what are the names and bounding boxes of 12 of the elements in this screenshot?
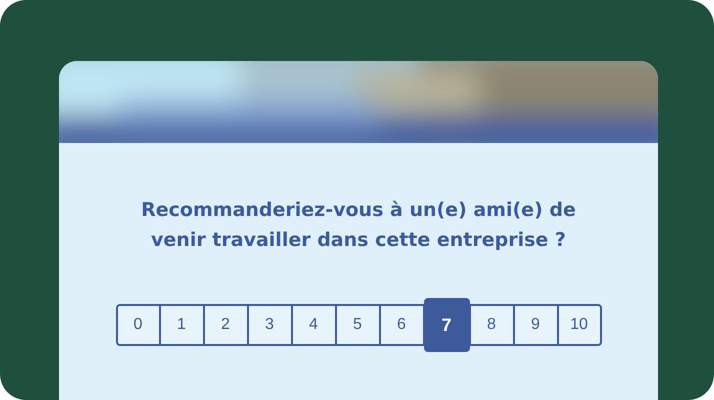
rating-option[interactable]: 8 (470, 304, 514, 346)
rating-option[interactable]: 0 (116, 304, 160, 346)
rating-option[interactable]: 6 (380, 304, 424, 346)
rating-option[interactable]: 3 (248, 304, 292, 346)
rating-option[interactable]: 4 (292, 304, 336, 346)
rating-option[interactable]: 5 (336, 304, 380, 346)
rating-option[interactable]: 2 (204, 304, 248, 346)
rating-option[interactable]: 9 (514, 304, 558, 346)
rating-option[interactable]: 10 (558, 304, 602, 346)
rating-option[interactable]: 7 (424, 298, 470, 352)
rating-option[interactable]: 1 (160, 304, 204, 346)
survey-question: Recommanderiez-vous à un(e) ami(e) de venir travailler dans cette entreprise ? (140, 198, 577, 253)
